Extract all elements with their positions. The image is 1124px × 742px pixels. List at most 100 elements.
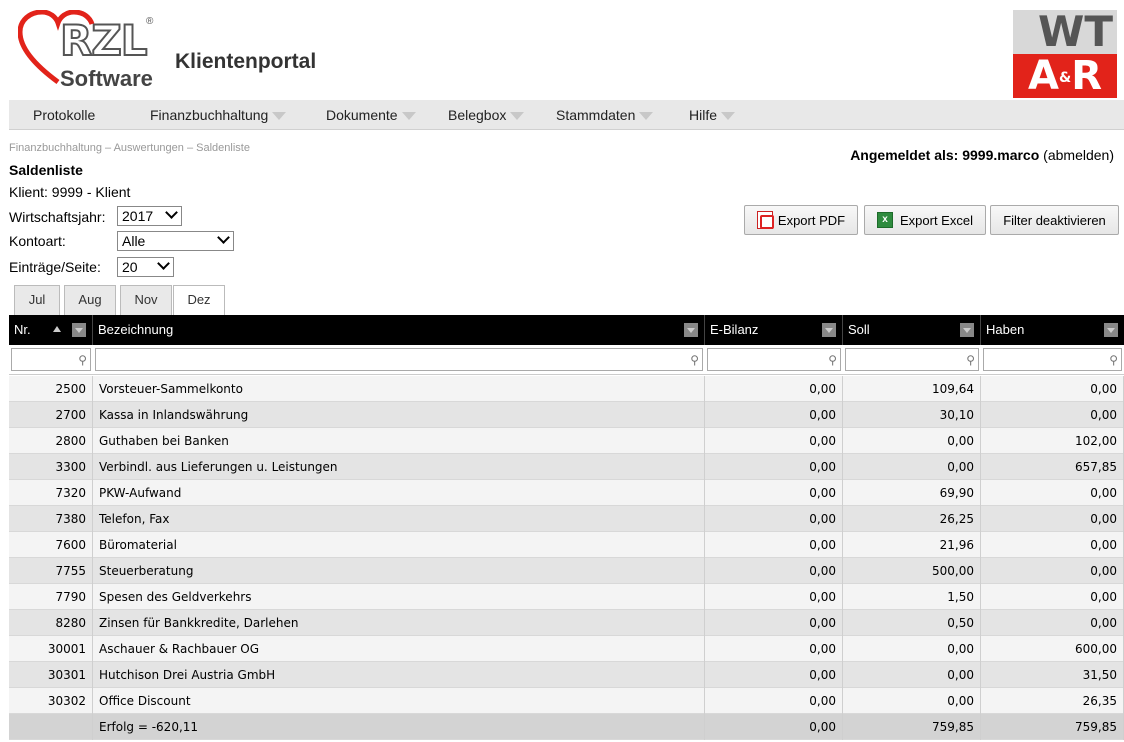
chevron-down-icon [217,231,230,244]
nav-protokolle[interactable]: Protokolle [33,100,95,130]
kontoart-select[interactable]: Alle [117,231,234,251]
cell-nr: 2700 [9,402,93,428]
cell-haben: 0,00 [981,558,1124,584]
filter-key-icon[interactable]: ⚲ [966,353,975,367]
filter-input-soll[interactable]: ⚲ [845,348,979,371]
filter-key-icon[interactable]: ⚲ [1109,353,1118,367]
chevron-down-icon [272,111,287,120]
partner-logo-a: A [1028,53,1059,99]
chevron-down-icon [157,257,170,270]
breadcrumb[interactable]: Finanzbuchhaltung – Auswertungen – Salde… [9,142,250,154]
logout-link[interactable]: (abmelden) [1043,147,1114,163]
nav-belegbox[interactable]: Belegbox [448,100,525,130]
partner-logo-bottom: A&R [1013,54,1117,98]
col-header-ebilanz[interactable]: E-Bilanz [705,315,843,345]
nav-label: Dokumente [326,106,398,123]
entries-value: 20 [122,259,138,275]
cell-haben: 759,85 [981,714,1124,740]
col-header-bezeichnung[interactable]: Bezeichnung [93,315,705,345]
column-menu-icon[interactable] [72,323,86,337]
cell-nr: 3300 [9,454,93,480]
filter-input-haben[interactable]: ⚲ [983,348,1122,371]
pdf-icon [756,211,774,229]
cell-ebilanz: 0,00 [705,662,843,688]
nav-finanzbuchhaltung[interactable]: Finanzbuchhaltung [150,100,287,130]
column-menu-icon[interactable] [1104,323,1118,337]
chevron-down-icon [639,111,654,120]
cell-ebilanz: 0,00 [705,376,843,402]
filter-off-button[interactable]: Filter deaktivieren [990,205,1119,235]
tab-dez[interactable]: Dez [173,285,225,316]
year-label: Wirtschaftsjahr: [9,209,106,225]
nav-stammdaten[interactable]: Stammdaten [556,100,654,130]
entries-select[interactable]: 20 [117,257,174,277]
cell-ebilanz: 0,00 [705,610,843,636]
cell-nr: 7380 [9,506,93,532]
nav-hilfe[interactable]: Hilfe [689,100,736,130]
column-menu-icon[interactable] [960,323,974,337]
table-row[interactable]: 7755 Steuerberatung 0,00 500,00 0,00 [9,558,1124,584]
cell-nr: 30302 [9,688,93,714]
login-user: Angemeldet als: 9999.marco [850,147,1040,163]
cell-bezeichnung: Zinsen für Bankkredite, Darlehen [93,610,705,636]
cell-soll: 0,00 [843,662,981,688]
cell-nr: 30301 [9,662,93,688]
table-row[interactable]: 30001 Aschauer & Rachbauer OG 0,00 0,00 600,… [9,636,1124,662]
table-row[interactable]: 7600 Büromaterial 0,00 21,96 0,00 [9,532,1124,558]
entries-label: Einträge/Seite: [9,259,101,275]
table-row[interactable]: 7380 Telefon, Fax 0,00 26,25 0,00 [9,506,1124,532]
filter-key-icon[interactable]: ⚲ [828,353,837,367]
cell-haben: 31,50 [981,662,1124,688]
filter-input-bezeichnung[interactable]: ⚲ [95,348,703,371]
cell-bezeichnung: Vorsteuer-Sammelkonto [93,376,705,402]
col-header-haben[interactable]: Haben [981,315,1124,345]
cell-ebilanz: 0,00 [705,402,843,428]
col-header-soll[interactable]: Soll [843,315,981,345]
cell-ebilanz: 0,00 [705,454,843,480]
nav-dokumente[interactable]: Dokumente [326,100,416,130]
table-row[interactable]: 30301 Hutchison Drei Austria GmbH 0,00 0,00… [9,662,1124,688]
cell-nr: 7755 [9,558,93,584]
chevron-down-icon [401,111,416,120]
col-header-label: Soll [848,322,870,337]
col-header-nr[interactable]: Nr. [9,315,93,345]
tab-nov[interactable]: Nov [120,285,172,315]
export-excel-button[interactable]: x Export Excel [864,205,986,235]
col-header-label: Haben [986,322,1025,337]
year-select[interactable]: 2017 [117,206,182,226]
kontoart-value: Alle [122,233,146,249]
table-row[interactable]: 7320 PKW-Aufwand 0,00 69,90 0,00 [9,480,1124,506]
sort-asc-icon[interactable] [53,326,61,332]
table-row[interactable]: 2800 Guthaben bei Banken 0,00 0,00 102,00 [9,428,1124,454]
export-pdf-label: Export PDF [777,212,846,228]
table-row[interactable]: 8280 Zinsen für Bankkredite, Darlehen 0,00… [9,610,1124,636]
cell-haben: 26,35 [981,688,1124,714]
cell-nr: 8280 [9,610,93,636]
cell-nr: 7600 [9,532,93,558]
nav-label: Stammdaten [556,106,636,123]
table-row[interactable]: 2500 Vorsteuer-Sammelkonto 0,00 109,64 0,00 [9,376,1124,402]
grid-header: Nr. Bezeichnung E-Bilanz Soll Haben [9,315,1124,345]
column-menu-icon[interactable] [684,323,698,337]
partner-logo[interactable]: WT A&R [1013,10,1117,98]
table-row[interactable]: 30302 Office Discount 0,00 0,00 26,35 [9,688,1124,714]
table-row[interactable]: 3300 Verbindl. aus Lieferungen u. Leistun… [9,454,1124,480]
filter-key-icon[interactable]: ⚲ [690,353,699,367]
cell-haben: 0,00 [981,402,1124,428]
cell-bezeichnung: Verbindl. aus Lieferungen u. Leistungen [93,454,705,480]
tab-aug[interactable]: Aug [64,285,116,315]
total-row: Erfolg = -620,11 0,00 759,85 759,85 [9,714,1124,740]
tab-label: Aug [78,292,102,307]
filter-key-icon[interactable]: ⚲ [78,353,87,367]
table-row[interactable]: 2700 Kassa in Inlandswährung 0,00 30,10 0,00 [9,402,1124,428]
column-menu-icon[interactable] [822,323,836,337]
table-row[interactable]: 7790 Spesen des Geldverkehrs 0,00 1,50 0,00 [9,584,1124,610]
filter-input-ebilanz[interactable]: ⚲ [707,348,841,371]
filter-row: ⚲ ⚲ ⚲ ⚲ ⚲ [9,345,1124,375]
nav-label: Hilfe [689,106,718,123]
filter-input-nr[interactable]: ⚲ [11,348,91,371]
export-pdf-button[interactable]: Export PDF [744,205,858,235]
cell-nr: 7320 [9,480,93,506]
rzl-logo[interactable]: RZL ® Software [18,10,178,98]
tab-jul[interactable]: Jul [14,285,60,315]
